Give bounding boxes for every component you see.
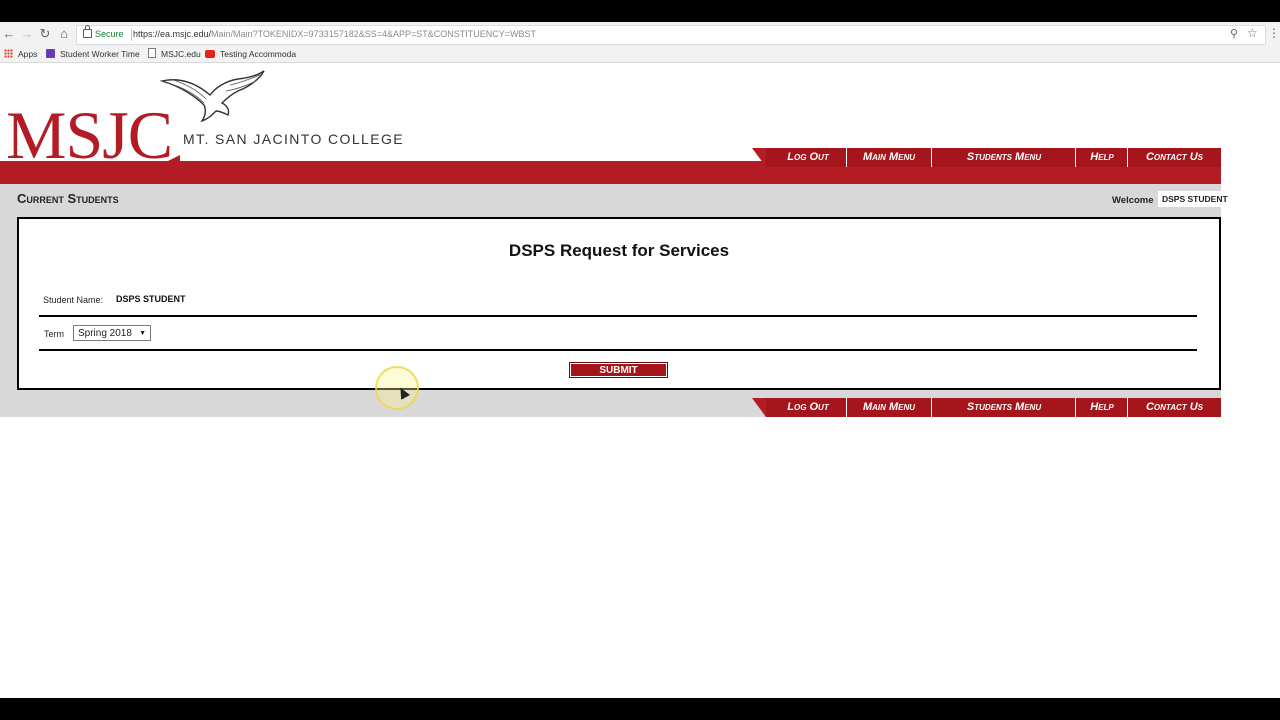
address-bar[interactable]: Secure https://ea.msjc.edu/Main/Main?TOK… xyxy=(76,25,1266,45)
bookmark-label: Apps xyxy=(18,49,38,59)
nav-students-menu[interactable]: Students Menu xyxy=(936,398,1072,417)
bookmark-label: Student Worker Time xyxy=(60,49,140,59)
page-title: DSPS Request for Services xyxy=(508,241,730,260)
divider xyxy=(39,315,1197,317)
top-letterbox xyxy=(0,0,1280,22)
section-title: Current Students xyxy=(17,191,119,206)
page-content: MSJC MT. SAN JACINTO COLLEGE Log Out Mai… xyxy=(0,63,1280,698)
url-path: Main/Main?TOKENIDX=9733157182&SS=4&APP=S… xyxy=(211,29,537,39)
secure-label: Secure xyxy=(95,29,124,39)
top-nav-menu: Log Out Main Menu Students Menu Help Con… xyxy=(752,148,1221,167)
nav-students-menu[interactable]: Students Menu xyxy=(936,148,1072,167)
term-label: Term xyxy=(44,329,64,339)
forward-icon[interactable]: → xyxy=(19,26,35,42)
page-icon xyxy=(148,48,156,58)
address-row: ← → ↻ ⌂ Secure https://ea.msjc.edu/Main/… xyxy=(0,22,1280,46)
menu-icon[interactable]: ⋮ xyxy=(1268,25,1280,41)
nav-help[interactable]: Help xyxy=(1079,398,1125,417)
nav-divider xyxy=(1075,398,1076,417)
welcome-label: Welcome xyxy=(1112,195,1154,206)
dropdown-arrow-icon: ▼ xyxy=(139,330,146,337)
browser-window: ← → ↻ ⌂ Secure https://ea.msjc.edu/Main/… xyxy=(0,22,1280,698)
request-form-panel: DSPS Request for Services Student Name: … xyxy=(17,217,1221,390)
nav-divider xyxy=(846,148,847,167)
apps-grid-icon xyxy=(4,49,13,58)
home-icon[interactable]: ⌂ xyxy=(56,26,72,42)
nav-contact-us[interactable]: Contact Us xyxy=(1132,398,1217,417)
youtube-icon xyxy=(205,50,215,58)
reload-icon[interactable]: ↻ xyxy=(37,26,53,42)
nav-main-menu[interactable]: Main Menu xyxy=(850,398,928,417)
back-icon[interactable]: ← xyxy=(1,26,17,42)
bottom-nav-menu: Log Out Main Menu Students Menu Help Con… xyxy=(752,398,1221,417)
term-select[interactable]: Spring 2018 ▼ xyxy=(73,325,151,341)
nav-divider xyxy=(846,398,847,417)
bookmark-msjc[interactable]: MSJC.edu xyxy=(148,48,201,60)
divider xyxy=(39,349,1197,351)
bookmark-testing-accommodations[interactable]: Testing Accommoda xyxy=(205,48,296,60)
nav-log-out[interactable]: Log Out xyxy=(774,148,842,167)
bookmarks-bar: Apps Student Worker Time MSJC.edu Testin… xyxy=(0,46,1280,63)
student-name-value: DSPS STUDENT xyxy=(116,294,186,304)
nav-decoration xyxy=(752,148,766,167)
bookmark-label: Testing Accommoda xyxy=(220,49,297,59)
bookmark-apps[interactable]: Apps xyxy=(4,48,37,60)
student-name-label: Student Name: xyxy=(43,295,104,305)
term-selected-value: Spring 2018 xyxy=(78,328,132,339)
welcome-user-name: DSPS STUDENT xyxy=(1158,191,1232,207)
msjc-logo[interactable]: MSJC xyxy=(6,101,173,169)
bookmark-student-worker-time[interactable]: Student Worker Time xyxy=(46,48,140,60)
nav-decoration xyxy=(752,398,766,417)
url-host: https://ea.msjc.edu/ xyxy=(133,29,212,39)
nav-divider xyxy=(931,398,932,417)
bookmark-icon xyxy=(46,49,55,58)
bottom-letterbox xyxy=(0,698,1280,720)
eagle-icon xyxy=(160,70,265,123)
nav-main-menu[interactable]: Main Menu xyxy=(850,148,928,167)
nav-help[interactable]: Help xyxy=(1079,148,1125,167)
nav-divider xyxy=(1127,148,1128,167)
bookmark-label: MSJC.edu xyxy=(161,49,201,59)
zoom-icon[interactable]: ⚲ xyxy=(1230,27,1238,40)
nav-contact-us[interactable]: Contact Us xyxy=(1132,148,1217,167)
nav-divider xyxy=(1075,148,1076,167)
lock-icon xyxy=(83,25,92,38)
nav-divider xyxy=(931,148,932,167)
url-text: https://ea.msjc.edu/Main/Main?TOKENIDX=9… xyxy=(133,29,536,39)
star-icon[interactable]: ☆ xyxy=(1247,26,1258,40)
divider xyxy=(131,29,132,41)
nav-log-out[interactable]: Log Out xyxy=(774,398,842,417)
college-name: MT. SAN JACINTO COLLEGE xyxy=(183,131,404,147)
submit-button[interactable]: SUBMIT xyxy=(569,362,668,378)
nav-divider xyxy=(1127,398,1128,417)
